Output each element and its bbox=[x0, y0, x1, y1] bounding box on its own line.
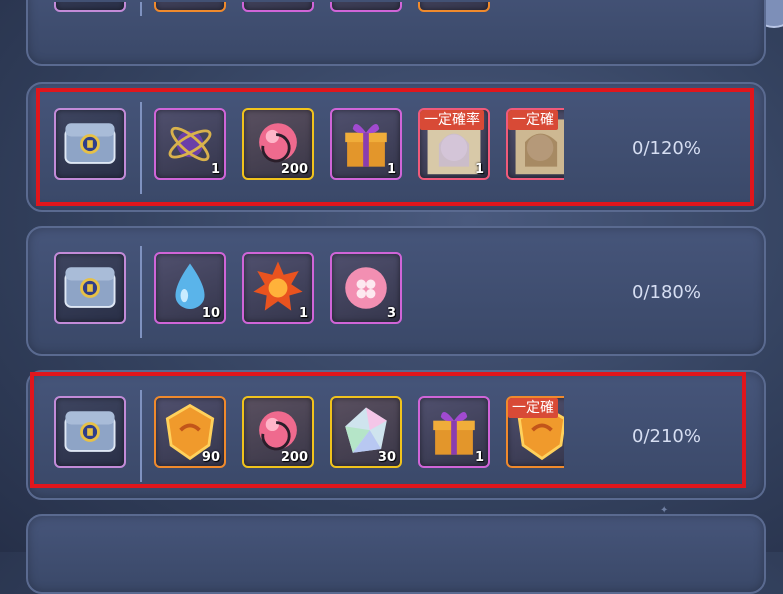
item-quantity: 3 bbox=[386, 306, 396, 321]
highlight-box bbox=[30, 372, 746, 488]
reward-item[interactable]: 1 bbox=[242, 252, 314, 324]
reward-row-partial bbox=[26, 514, 766, 594]
reward-row: 10 1 3 0/180% bbox=[26, 226, 766, 356]
chest-icon bbox=[54, 2, 126, 12]
highlight-box bbox=[36, 88, 754, 206]
item-quantity: 1 bbox=[298, 306, 308, 321]
chest-icon[interactable] bbox=[54, 252, 126, 324]
reward-item[interactable]: 3 bbox=[330, 252, 402, 324]
progress-text: 0/180% bbox=[632, 282, 701, 303]
item-quantity: 10 bbox=[201, 306, 220, 321]
reward-item[interactable]: 10 bbox=[154, 252, 226, 324]
reward-row-partial bbox=[26, 0, 766, 66]
